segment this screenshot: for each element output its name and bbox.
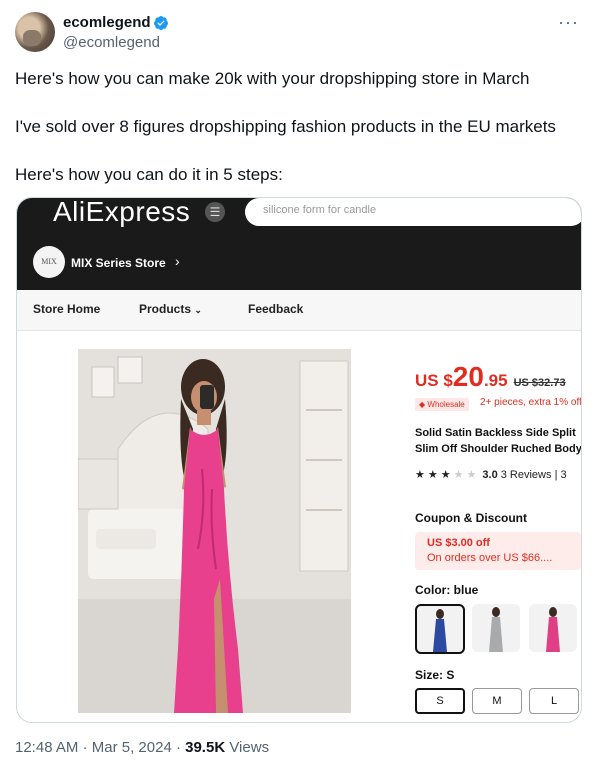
product-title-line-1: Solid Satin Backless Side Split xyxy=(415,427,576,439)
tweet-header: ecomlegend @ecomlegend ··· xyxy=(15,12,585,56)
tweet-time[interactable]: 12:48 AM xyxy=(15,739,78,756)
tweet-meta: 12:48 AM · Mar 5, 2024 · 39.5K Views xyxy=(15,739,269,756)
more-dots-icon[interactable]: ··· xyxy=(558,12,579,33)
views-label: Views xyxy=(229,739,270,756)
price-currency: US $ xyxy=(415,371,453,390)
tweet-line-1: Here's how you can make 20k with your dr… xyxy=(15,69,530,88)
menu-icon: ☰ xyxy=(205,202,225,222)
handle[interactable]: @ecomlegend xyxy=(63,34,160,51)
size-option-l: L xyxy=(529,688,579,714)
wholesale-badge: ◆ Wholesale xyxy=(415,398,469,411)
tweet-line-2: I've sold over 8 figures dropshipping fa… xyxy=(15,117,556,136)
coupon-box: US $3.00 off On orders over US $66.... xyxy=(415,532,581,570)
store-logo: MIX xyxy=(33,246,65,278)
star-rating-icons: ★★★★★ xyxy=(415,469,480,481)
product-title: Solid Satin Backless Side Split Slim Off… xyxy=(415,425,582,457)
nav-products: Products ⌄ xyxy=(139,302,202,316)
meta-separator-2: · xyxy=(175,739,181,756)
price-old: US $32.73 xyxy=(513,377,566,389)
price-row: US $20.95 US $32.73 xyxy=(415,361,566,393)
size-label: Size: S xyxy=(415,668,455,682)
tag-icon: ◆ xyxy=(419,400,426,409)
chevron-right-icon: › xyxy=(175,253,180,269)
tweet-media-image[interactable]: AliExpress ☰ silicone form for candle MI… xyxy=(16,197,582,723)
price-dec: .95 xyxy=(483,371,508,390)
coupon-sub: On orders over US $66.... xyxy=(427,552,553,564)
avatar[interactable] xyxy=(15,12,55,52)
meta-separator: · xyxy=(82,739,88,756)
search-bar: silicone form for candle xyxy=(245,198,581,226)
tweet-line-3: Here's how you can do it in 5 steps: xyxy=(15,165,283,184)
store-name: MIX Series Store xyxy=(71,256,166,270)
size-option-m: M xyxy=(472,688,522,714)
rating-separator: | xyxy=(554,469,558,481)
dress-photo-illustration xyxy=(78,349,351,713)
nav-feedback: Feedback xyxy=(248,302,304,316)
rating-score: 3.0 xyxy=(482,469,498,481)
store-nav: Store Home Products ⌄ Feedback xyxy=(17,290,581,331)
aliexpress-logo: AliExpress xyxy=(53,197,191,227)
product-title-line-2: Slim Off Shoulder Ruched Bodycon xyxy=(415,443,582,455)
color-swatch-blue xyxy=(415,604,465,654)
display-name[interactable]: ecomlegend xyxy=(63,14,151,31)
aliexpress-header: AliExpress ☰ silicone form for candle MI… xyxy=(17,198,581,290)
review-count: 3 Reviews xyxy=(500,469,552,481)
rating-extra: 3 xyxy=(560,469,567,481)
price: US $20.95 xyxy=(415,361,508,392)
coupon-title: US $3.00 off xyxy=(427,537,490,549)
color-swatch-pink xyxy=(529,604,577,652)
tweet-text: Here's how you can make 20k with your dr… xyxy=(15,67,585,211)
product-photo xyxy=(78,349,351,713)
wholesale-tag-label: Wholesale xyxy=(427,400,465,409)
nav-store-home: Store Home xyxy=(33,302,101,316)
views-count[interactable]: 39.5K xyxy=(185,739,225,756)
verified-badge-icon xyxy=(154,16,168,30)
rating: ★★★★★ 3.0 3 Reviews | 3 xyxy=(415,468,567,481)
search-placeholder: silicone form for candle xyxy=(263,204,377,216)
nav-products-label: Products xyxy=(139,302,192,316)
tweet-date[interactable]: Mar 5, 2024 xyxy=(92,739,172,756)
size-option-s: S xyxy=(415,688,465,714)
chevron-down-icon: ⌄ xyxy=(194,305,202,315)
wholesale-text: 2+ pieces, extra 1% off xyxy=(480,397,582,408)
coupon-label: Coupon & Discount xyxy=(415,511,527,525)
color-label: Color: blue xyxy=(415,583,479,597)
color-swatch-silver xyxy=(472,604,520,652)
price-int: 20 xyxy=(452,361,484,392)
